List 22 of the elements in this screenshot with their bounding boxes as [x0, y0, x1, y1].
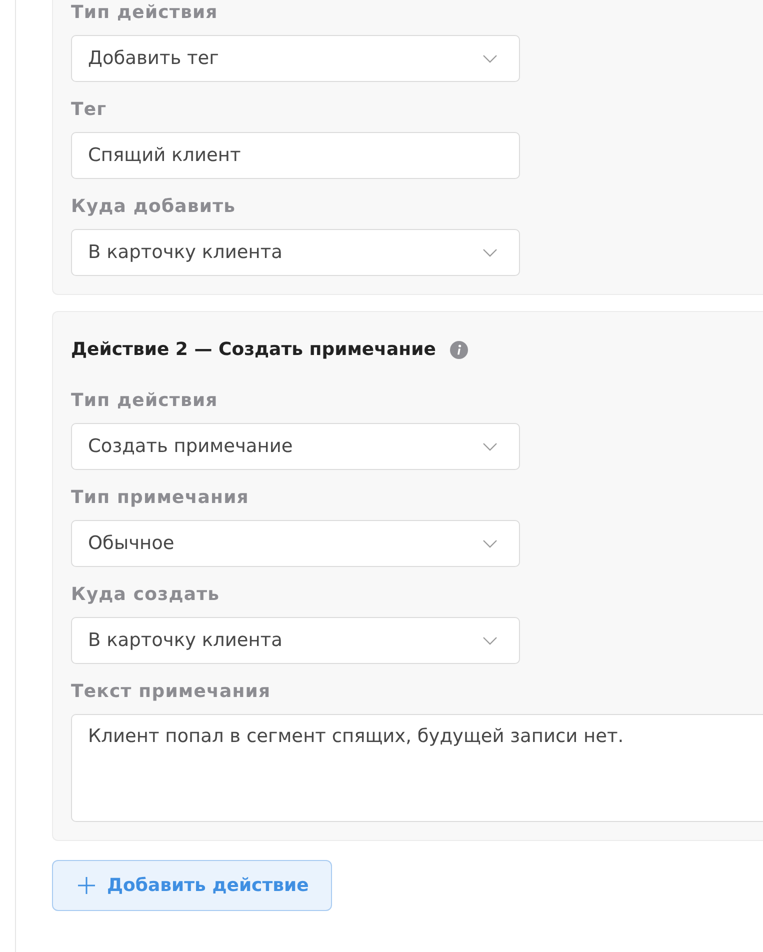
field-label: Тег: [71, 99, 107, 121]
field-label: Текст примечания: [71, 681, 271, 703]
select-field[interactable]: Добавить тег: [71, 35, 520, 82]
field-label: Куда добавить: [71, 196, 236, 218]
chevron-down-icon: [483, 54, 497, 62]
field-label: Тип действия: [71, 2, 218, 24]
chevron-down-icon: [483, 540, 497, 548]
chevron-down-icon: [483, 442, 497, 450]
action-title: Действие 2 — Создать примечание: [71, 339, 436, 361]
select-field[interactable]: Создать примечание: [71, 423, 520, 470]
select-field[interactable]: В карточку клиента: [71, 229, 520, 276]
select-field[interactable]: В карточку клиента: [71, 617, 520, 664]
chevron-down-icon: [483, 248, 497, 256]
chevron-down-icon: [483, 636, 497, 644]
select-field[interactable]: Обычное: [71, 520, 520, 567]
plus-icon: [78, 877, 95, 894]
textarea-field[interactable]: Клиент попал в сегмент спящих, будущей записи нет.: [71, 714, 763, 822]
field-label: Тип действия: [71, 390, 218, 412]
field-label: Тип примечания: [71, 487, 249, 509]
info-icon[interactable]: [450, 341, 468, 359]
field-label: Куда создать: [71, 584, 220, 606]
text-field[interactable]: Спящий клиент: [71, 132, 520, 179]
